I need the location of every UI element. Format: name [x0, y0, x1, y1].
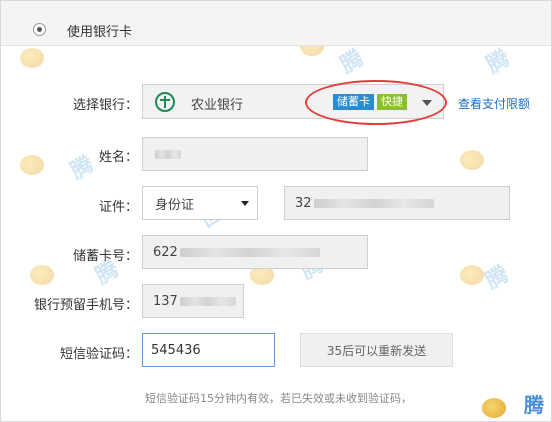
payment-option-header: 使用银行卡: [1, 1, 551, 46]
sms-code-label: 短信验证码：: [59, 347, 138, 362]
watermark-logo-icon: [20, 48, 44, 68]
masked-text: [179, 296, 236, 306]
sms-hint-text: 短信验证码15分钟内有效，若已失效或未收到验证码，: [145, 392, 412, 405]
name-field[interactable]: [142, 137, 368, 171]
id-type-value: 身份证: [155, 197, 195, 213]
caret-down-icon: [241, 201, 249, 206]
watermark-logo-icon: [482, 398, 506, 418]
use-bank-card-label: 使用银行卡: [67, 25, 133, 40]
id-number-prefix: 32: [295, 195, 312, 211]
debit-card-tag: 储蓄卡: [333, 94, 374, 110]
bank-name: 农业银行: [191, 98, 244, 113]
sms-code-input[interactable]: [142, 333, 275, 367]
view-payment-limit-link[interactable]: 查看支付限额: [458, 95, 530, 112]
watermark-logo-icon: [30, 265, 54, 285]
id-number-field[interactable]: 32: [284, 186, 510, 220]
chevron-down-icon[interactable]: [422, 100, 432, 106]
card-number-label: 储蓄卡号：: [72, 249, 138, 264]
phone-field[interactable]: 137: [142, 284, 244, 318]
use-bank-card-radio[interactable]: [33, 23, 46, 36]
card-number-prefix: 622: [153, 244, 178, 260]
id-type-select[interactable]: 身份证: [142, 186, 258, 220]
phone-number-prefix: 137: [153, 293, 178, 309]
card-number-field[interactable]: 622: [142, 235, 368, 269]
radio-checked-dot: [37, 27, 42, 32]
select-bank-label: 选择银行：: [72, 98, 138, 113]
resend-code-button[interactable]: 35后可以重新发送: [300, 333, 453, 367]
name-label: 姓名：: [98, 150, 138, 165]
watermark-logo-icon: [460, 150, 484, 170]
quick-pay-tag: 快捷: [377, 94, 407, 110]
masked-text: [179, 247, 320, 257]
id-label: 证件：: [98, 200, 138, 215]
phone-label: 银行预留手机号：: [33, 298, 138, 313]
watermark-char: 腾: [524, 393, 544, 417]
abc-bank-logo-icon: [155, 92, 175, 112]
bank-select-dropdown[interactable]: 农业银行 储蓄卡 快捷: [142, 84, 444, 119]
masked-text: [155, 149, 181, 159]
masked-text: [313, 198, 434, 208]
